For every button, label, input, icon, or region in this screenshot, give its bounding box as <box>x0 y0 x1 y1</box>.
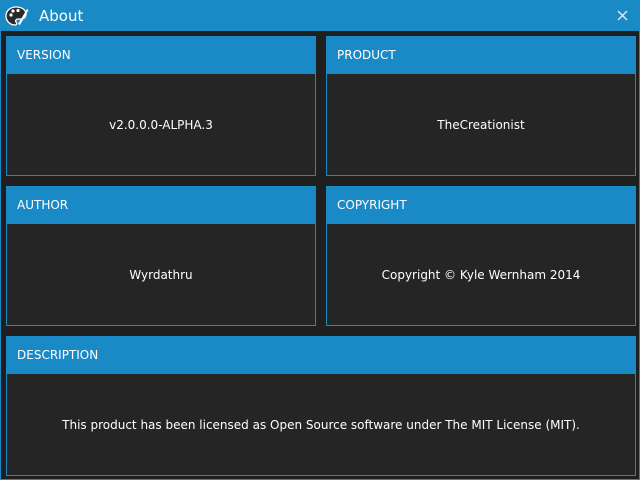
product-value: TheCreationist <box>437 117 525 132</box>
copyright-header: COPYRIGHT <box>327 187 635 224</box>
copyright-panel: COPYRIGHT Copyright © Kyle Wernham 2014 <box>326 186 636 326</box>
about-window: About VERSION v2.0.0.0-ALPHA.3 PRODUCT T… <box>0 0 640 480</box>
version-panel: VERSION v2.0.0.0-ALPHA.3 <box>6 36 316 176</box>
description-value: This product has been licensed as Open S… <box>62 417 580 432</box>
version-header: VERSION <box>7 37 315 74</box>
author-header: AUTHOR <box>7 187 315 224</box>
palette-brush-icon <box>5 5 29 27</box>
author-panel: AUTHOR Wyrdathru <box>6 186 316 326</box>
author-value: Wyrdathru <box>129 267 193 282</box>
copyright-value: Copyright © Kyle Wernham 2014 <box>381 267 581 282</box>
description-panel: DESCRIPTION This product has been licens… <box>6 336 636 476</box>
description-header: DESCRIPTION <box>7 337 635 374</box>
version-value: v2.0.0.0-ALPHA.3 <box>109 117 213 132</box>
title-bar[interactable]: About <box>1 1 639 31</box>
window-title: About <box>39 7 84 25</box>
close-icon[interactable] <box>613 6 633 26</box>
product-panel: PRODUCT TheCreationist <box>326 36 636 176</box>
product-header: PRODUCT <box>327 37 635 74</box>
